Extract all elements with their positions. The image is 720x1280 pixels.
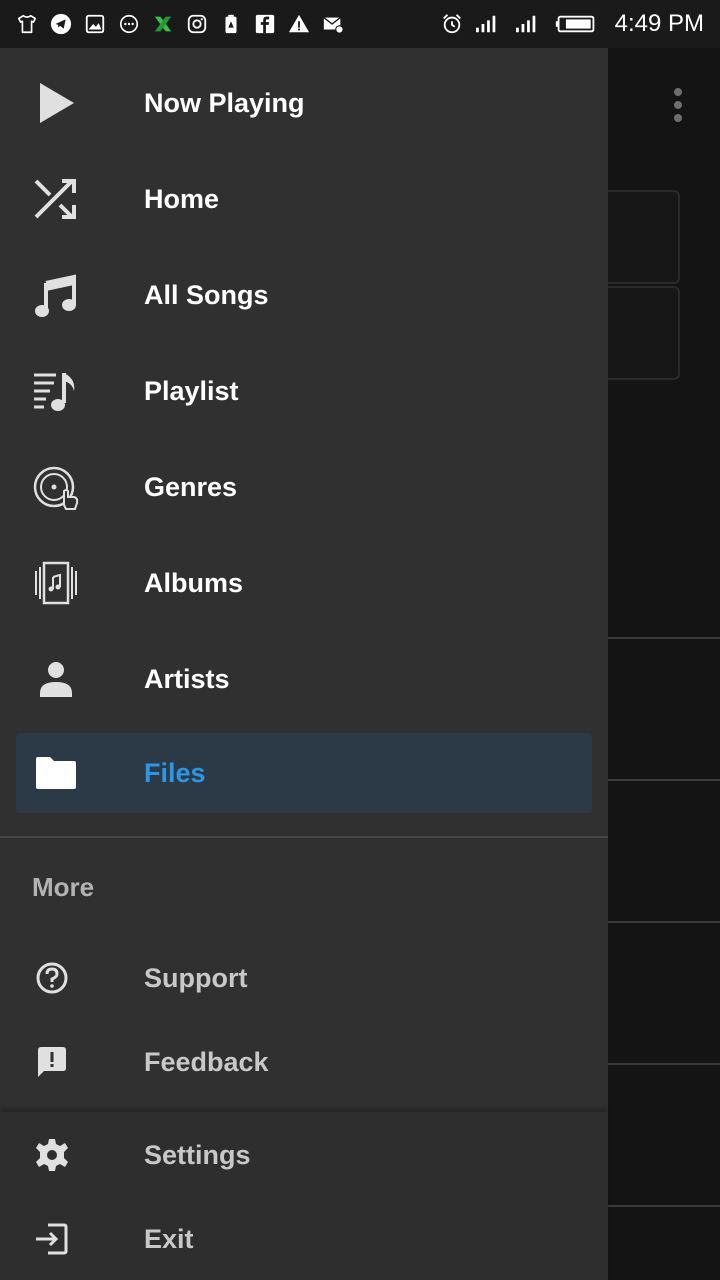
background-divider [600,779,720,781]
playlist-icon [32,367,80,415]
navigation-drawer: Now Playing Home All Songs Playlist Genr [0,48,608,1280]
message-dots-icon [118,13,140,35]
overflow-menu-icon[interactable] [674,88,682,122]
mail-settings-icon [322,13,344,35]
background-divider [600,1205,720,1207]
battery-saver-icon [220,13,242,35]
nav-item-label: Settings [144,1139,251,1170]
nav-item-label: All Songs [144,279,269,310]
shuffle-icon [32,175,80,223]
nav-item-artists[interactable]: Artists [16,639,592,719]
background-divider [600,921,720,923]
telegram-icon [50,13,72,35]
signal-icon [513,13,543,35]
nav-item-label: Albums [144,567,244,598]
music-note-icon [32,271,80,319]
nav-item-label: Genres [144,471,238,502]
status-bar-notification-icons [16,13,344,35]
nav-item-playlist[interactable]: Playlist [16,351,592,431]
help-circle-icon [32,958,72,998]
section-title-more: More [32,872,95,902]
status-bar-time: 4:49 PM [614,10,704,37]
drawer-divider [0,836,608,838]
nav-item-genres[interactable]: Genres [16,447,592,527]
nav-item-exit[interactable]: Exit [16,1203,592,1275]
nav-item-label: Playlist [144,375,239,406]
nav-item-label: Exit [144,1223,194,1254]
person-icon [32,655,80,703]
facebook-icon [254,13,276,35]
signal-icon [473,13,503,35]
nav-item-label: Artists [144,663,230,694]
image-icon [84,13,106,35]
nav-item-all-songs[interactable]: All Songs [16,255,592,335]
shirt-icon [16,13,38,35]
screen: 4:49 PM Now Playing Home All Songs Playl… [0,0,720,1280]
exit-icon [32,1219,72,1259]
folder-icon [32,749,80,797]
alarm-icon [441,13,463,35]
nav-item-label: Support [144,962,248,993]
play-icon [32,79,80,127]
nav-item-now-playing[interactable]: Now Playing [16,63,592,143]
background-divider [600,1063,720,1065]
instagram-icon [186,13,208,35]
genres-disc-icon [32,463,80,511]
status-bar: 4:49 PM [0,0,720,48]
nav-item-label: Now Playing [144,87,305,118]
battery-icon [553,13,599,35]
nav-item-files[interactable]: Files [16,733,592,813]
gear-icon [32,1135,72,1175]
drawer-footer: Settings Exit [0,1112,608,1280]
nav-item-feedback[interactable]: Feedback [16,1026,592,1098]
background-divider [600,637,720,639]
nav-item-label: Feedback [144,1046,269,1077]
nav-item-home[interactable]: Home [16,159,592,239]
feedback-icon [32,1042,72,1082]
albums-icon [32,559,80,607]
nav-item-label: Home [144,183,220,214]
nav-item-label: Files [144,757,206,788]
x-app-icon [152,13,174,35]
nav-item-albums[interactable]: Albums [16,543,592,623]
status-bar-system-icons: 4:49 PM [441,10,704,38]
nav-item-support[interactable]: Support [16,942,592,1014]
warning-icon [288,13,310,35]
nav-item-settings[interactable]: Settings [16,1119,592,1191]
